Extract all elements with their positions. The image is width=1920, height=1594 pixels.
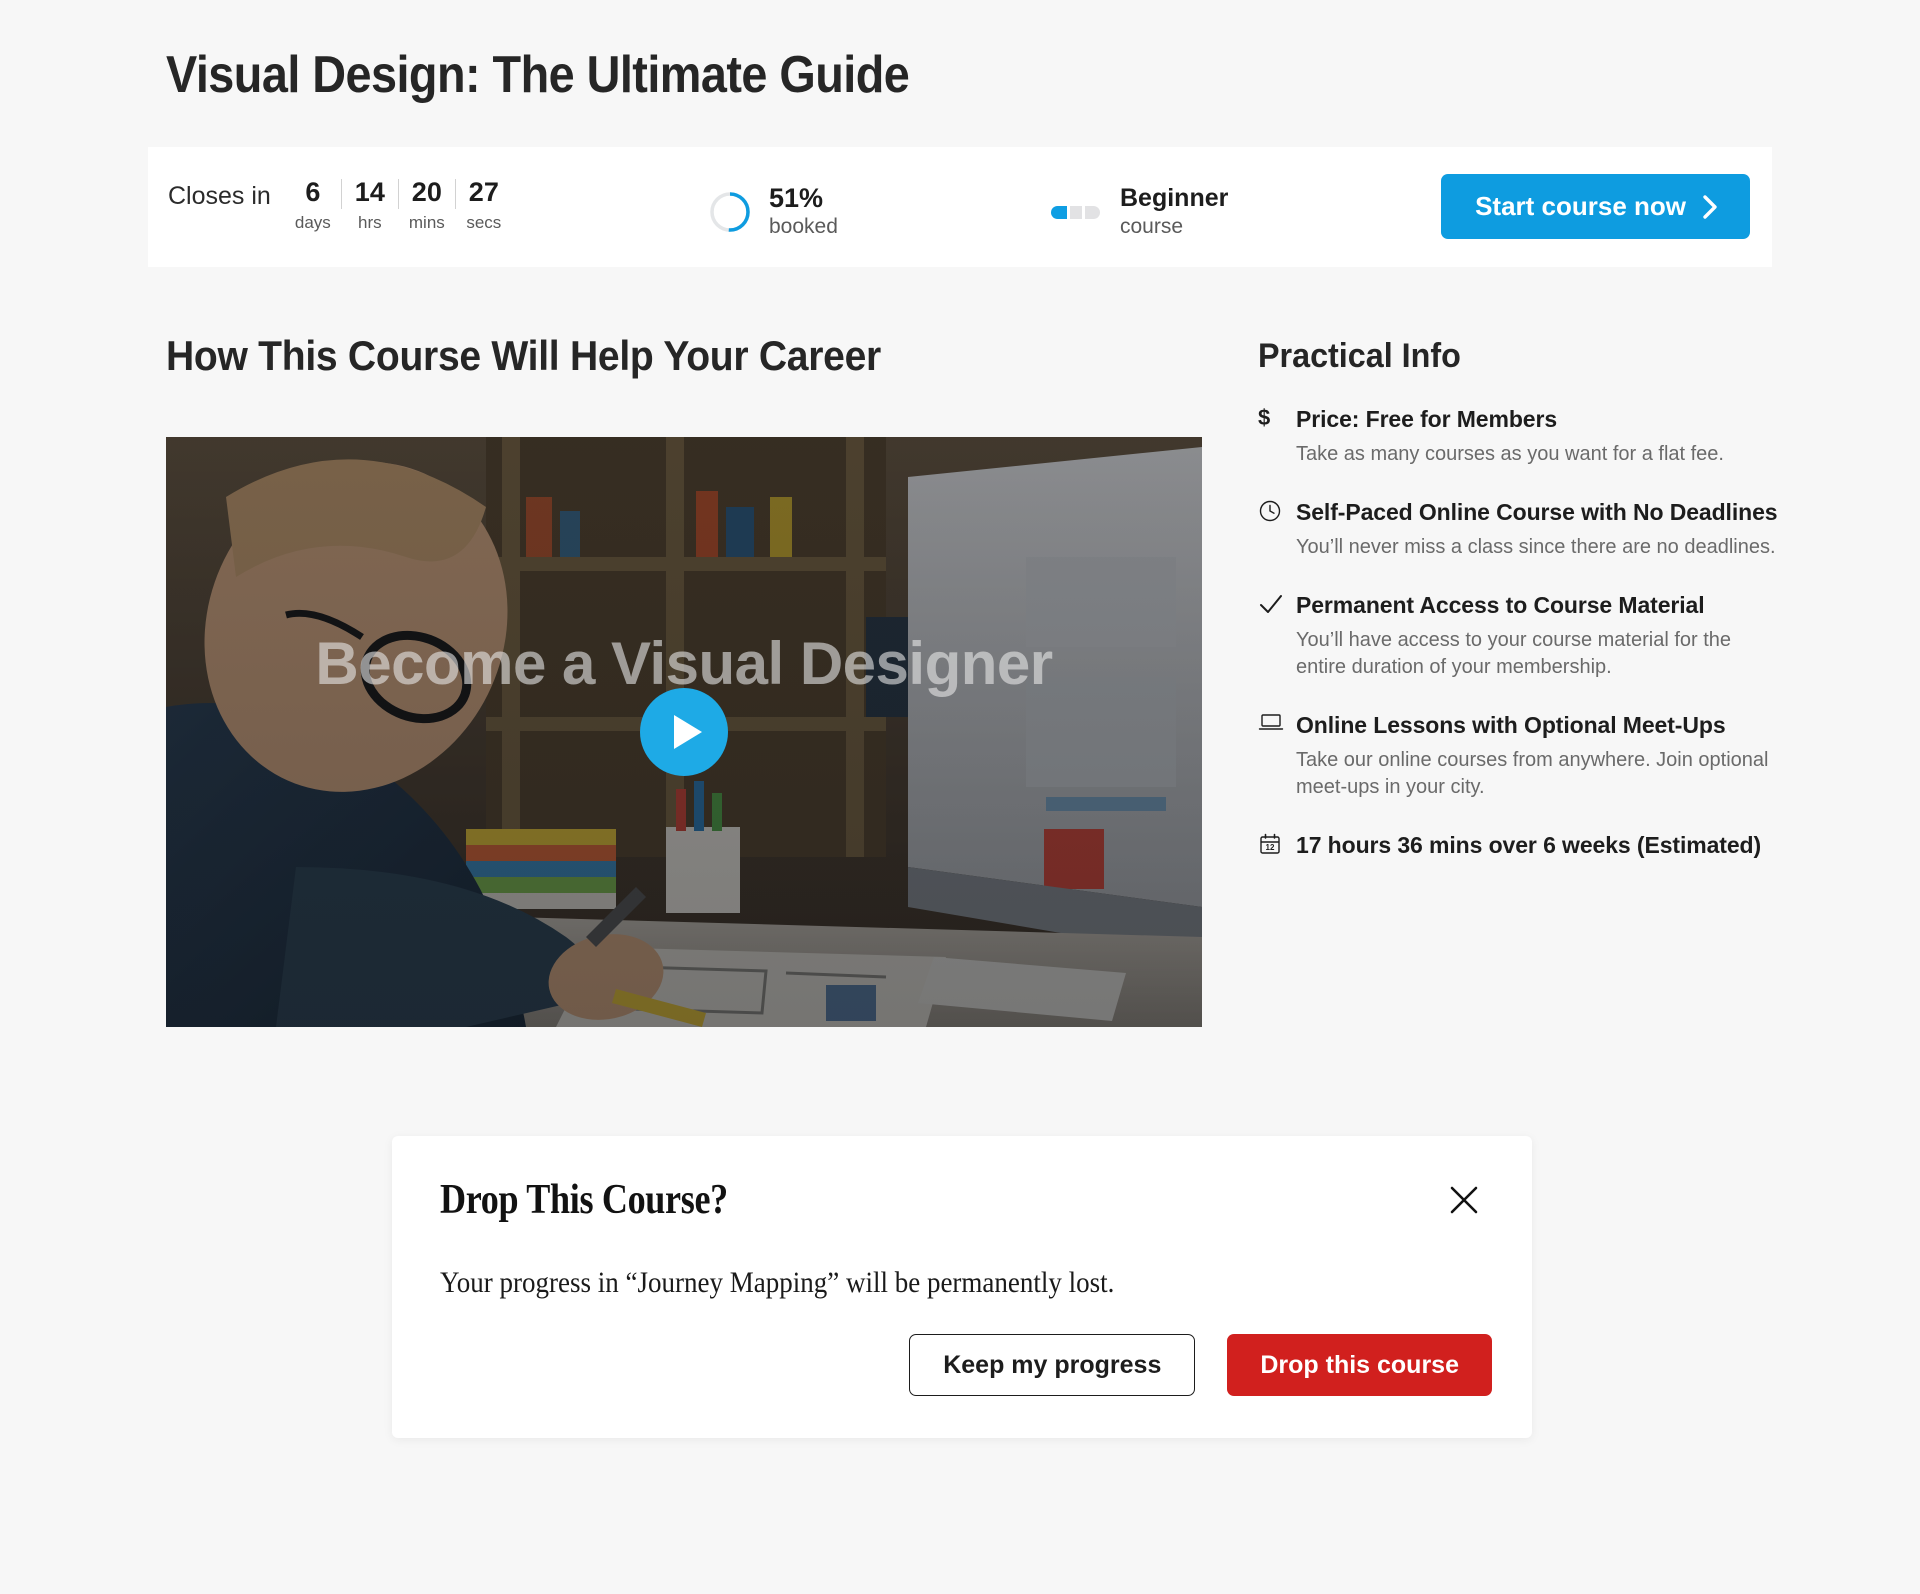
- countdown-label: Closes in: [168, 182, 271, 210]
- level-sublabel: course: [1120, 215, 1184, 238]
- practical-info-item-title: Self-Paced Online Course with No Deadlin…: [1296, 499, 1778, 525]
- level-name: Beginner: [1120, 184, 1229, 212]
- level-segment-2: [1070, 205, 1082, 219]
- level-segment-3: [1085, 205, 1100, 219]
- level-indicator: Beginner course: [1051, 183, 1228, 241]
- practical-info-item-desc: Take our online courses from anywhere. J…: [1296, 749, 1769, 798]
- level-segments-icon: [1051, 205, 1100, 219]
- countdown-hrs-label: hrs: [358, 213, 382, 232]
- play-triangle: [674, 715, 702, 749]
- countdown-units: 6 days 14 hrs 20 mins 27 secs: [285, 175, 512, 235]
- practical-info-item-title: Price: Free for Members: [1296, 406, 1558, 432]
- booked-text: 51% booked: [769, 183, 838, 241]
- course-video-player[interactable]: Become a Visual Designer: [166, 437, 1202, 1027]
- booked-indicator: 51% booked: [708, 183, 838, 241]
- play-icon[interactable]: [640, 688, 728, 776]
- page-title: Visual Design: The Ultimate Guide: [166, 46, 910, 104]
- keep-progress-button[interactable]: Keep my progress: [909, 1334, 1196, 1396]
- countdown-unit-hrs: 14 hrs: [342, 175, 398, 235]
- practical-info-item: Online Lessons with Optional Meet-Ups Ta…: [1258, 709, 1778, 801]
- practical-info-item: $ Price: Free for Members Take as many c…: [1258, 403, 1778, 468]
- calendar-icon: 12: [1258, 829, 1288, 856]
- booked-sublabel: booked: [769, 215, 838, 238]
- practical-info-item-title: 17 hours 36 mins over 6 weeks (Estimated…: [1296, 832, 1762, 858]
- start-course-label: Start course now: [1475, 191, 1686, 221]
- course-page: Visual Design: The Ultimate Guide Closes…: [0, 0, 1920, 1594]
- level-segment-1: [1051, 205, 1067, 219]
- practical-info-item-desc: Take as many courses as you want for a f…: [1296, 443, 1724, 465]
- chevron-right-icon: [1702, 194, 1720, 220]
- dollar-icon: $: [1258, 405, 1271, 430]
- drop-course-button[interactable]: Drop this course: [1227, 1334, 1492, 1396]
- countdown-mins-value: 20: [411, 177, 442, 207]
- drop-course-modal: Drop This Course? Your progress in “Jour…: [392, 1136, 1532, 1438]
- practical-info-item-desc: You’ll never miss a class since there ar…: [1296, 536, 1776, 558]
- practical-info-item-desc: You’ll have access to your course materi…: [1296, 629, 1732, 678]
- section-heading: How This Course Will Help Your Career: [166, 332, 881, 379]
- countdown-unit-days: 6 days: [285, 175, 341, 235]
- countdown-timer: Closes in 6 days 14 hrs 20 mins 27 secs: [168, 175, 512, 235]
- laptop-icon: [1258, 709, 1288, 732]
- practical-info-item-title: Online Lessons with Optional Meet-Ups: [1296, 712, 1726, 738]
- level-text: Beginner course: [1120, 183, 1228, 241]
- countdown-days-label: days: [294, 213, 331, 232]
- practical-info-item: Self-Paced Online Course with No Deadlin…: [1258, 496, 1778, 561]
- countdown-unit-mins: 20 mins: [399, 175, 455, 235]
- booked-percent: 51%: [769, 183, 824, 213]
- modal-title: Drop This Course?: [440, 1177, 728, 1223]
- countdown-days-value: 6: [305, 177, 321, 207]
- countdown-secs-value: 27: [468, 177, 499, 207]
- countdown-mins-label: mins: [408, 213, 445, 232]
- clock-icon: [1258, 496, 1288, 523]
- start-course-button[interactable]: Start course now: [1441, 174, 1750, 239]
- practical-info-title: Practical Info: [1258, 337, 1461, 375]
- modal-body-text: Your progress in “Journey Mapping” will …: [440, 1266, 1115, 1299]
- modal-actions: Keep my progress Drop this course: [909, 1334, 1492, 1396]
- countdown-secs-label: secs: [466, 213, 502, 232]
- countdown-hrs-value: 14: [354, 177, 385, 207]
- practical-info-item: 12 17 hours 36 mins over 6 weeks (Estima…: [1258, 829, 1778, 862]
- practical-info-item-title: Permanent Access to Course Material: [1296, 592, 1705, 618]
- course-status-bar: Closes in 6 days 14 hrs 20 mins 27 secs …: [148, 147, 1772, 267]
- countdown-unit-secs: 27 secs: [456, 175, 512, 235]
- practical-info-panel: Practical Info $ Price: Free for Members…: [1258, 337, 1778, 890]
- close-icon[interactable]: [1440, 1176, 1488, 1224]
- practical-info-item: Permanent Access to Course Material You’…: [1258, 589, 1778, 681]
- check-icon: [1258, 589, 1288, 616]
- progress-ring-icon: [708, 190, 752, 234]
- calendar-day-label: 12: [1266, 843, 1275, 852]
